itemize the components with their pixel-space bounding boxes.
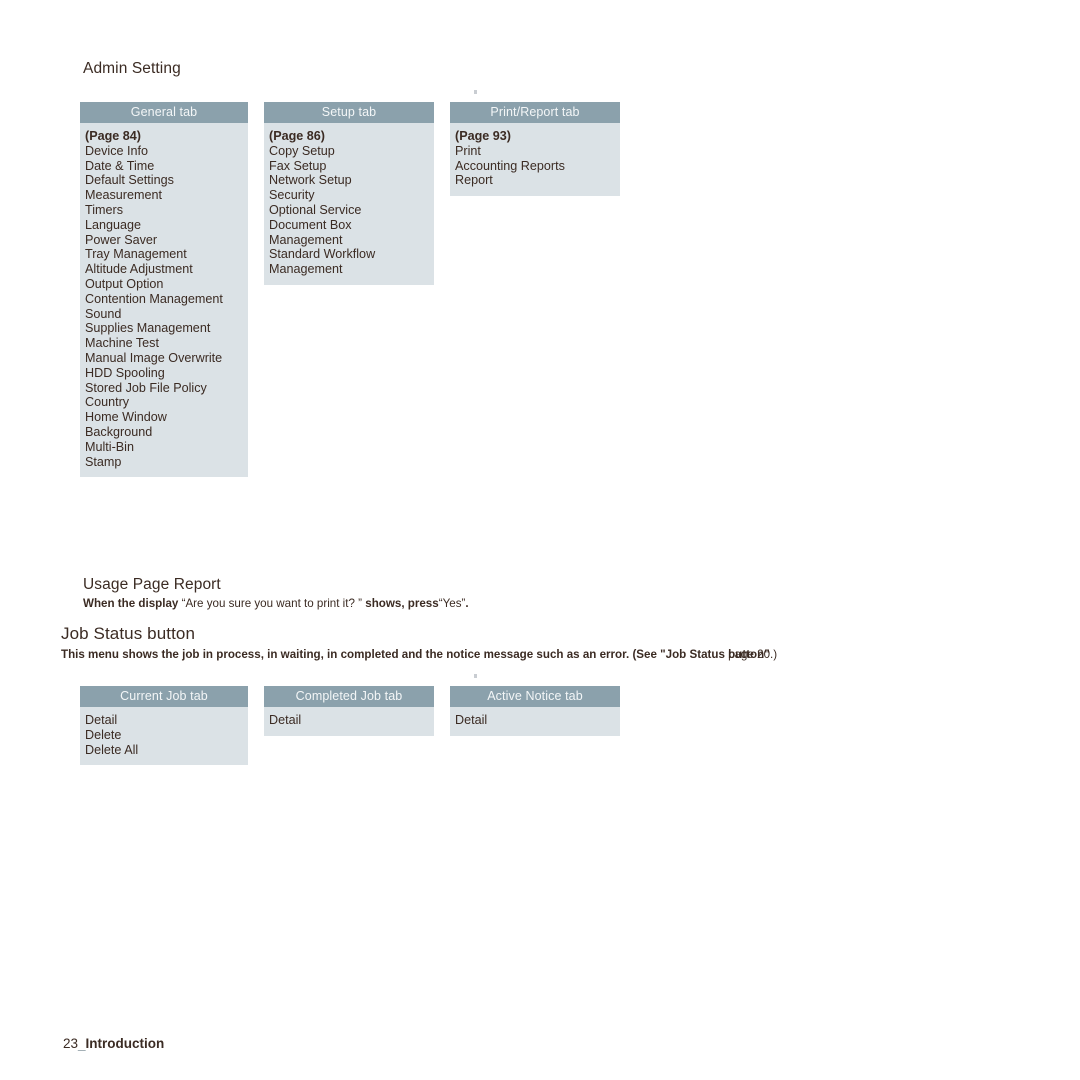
list-item[interactable]: Default Settings bbox=[85, 173, 248, 188]
instruction-bold-middle: shows, press bbox=[365, 597, 439, 610]
list-item[interactable]: Timers bbox=[85, 203, 248, 218]
admin-general-tab-box: General tab (Page 84) Device Info Date &… bbox=[80, 102, 248, 478]
list-item[interactable]: Accounting Reports bbox=[455, 159, 620, 174]
current-job-tab-header[interactable]: Current Job tab bbox=[80, 686, 248, 707]
current-job-tab-box: Current Job tab Detail Delete Delete All bbox=[80, 686, 248, 766]
list-item[interactable]: Detail bbox=[269, 713, 434, 728]
list-item[interactable]: Manual Image Overwrite bbox=[85, 351, 248, 366]
list-item[interactable]: Delete All bbox=[85, 743, 248, 758]
instruction-trailing: . bbox=[465, 597, 469, 610]
description-overlap-regular: page 20.) bbox=[728, 648, 778, 661]
description-text: This menu shows the job in process, in w… bbox=[61, 648, 729, 661]
list-item[interactable]: Document Box bbox=[269, 218, 434, 233]
page-footer: 23_Introduction bbox=[63, 1036, 164, 1051]
list-item[interactable]: Measurement bbox=[85, 188, 248, 203]
active-notice-tab-list: Detail bbox=[450, 707, 620, 736]
list-item[interactable]: Print bbox=[455, 144, 620, 159]
list-item[interactable]: Detail bbox=[455, 713, 620, 728]
list-item[interactable]: Sound bbox=[85, 307, 248, 322]
list-item[interactable]: Home Window bbox=[85, 410, 248, 425]
list-item-continuation[interactable]: Management bbox=[269, 233, 434, 248]
page-reference: (Page 84) bbox=[85, 129, 141, 143]
list-item[interactable]: Output Option bbox=[85, 277, 248, 292]
list-item[interactable]: Country bbox=[85, 395, 248, 410]
list-item[interactable]: Copy Setup bbox=[269, 144, 434, 159]
current-job-tab-list: Detail Delete Delete All bbox=[80, 707, 248, 765]
job-status-button-heading: Job Status button bbox=[61, 624, 196, 643]
list-item[interactable]: Power Saver bbox=[85, 233, 248, 248]
admin-setup-tab-list: (Page 86) Copy Setup Fax Setup Network S… bbox=[264, 123, 434, 285]
admin-print-report-tab-list: (Page 93) Print Accounting Reports Repor… bbox=[450, 123, 620, 196]
list-item[interactable]: Network Setup bbox=[269, 173, 434, 188]
document-page: Admin Setting General tab (Page 84) Devi… bbox=[0, 0, 1080, 1080]
list-item[interactable]: Background bbox=[85, 425, 248, 440]
list-item[interactable]: Contention Management bbox=[85, 292, 248, 307]
usage-page-report-heading: Usage Page Report bbox=[83, 576, 221, 593]
job-status-tab-group: Current Job tab Detail Delete Delete All… bbox=[80, 686, 636, 766]
admin-print-report-tab-header[interactable]: Print/Report tab bbox=[450, 102, 620, 123]
list-item[interactable]: Security bbox=[269, 188, 434, 203]
completed-job-tab-list: Detail bbox=[264, 707, 434, 736]
list-item[interactable]: Detail bbox=[85, 713, 248, 728]
admin-setting-heading: Admin Setting bbox=[83, 60, 181, 77]
overlapping-text-artifact: button" page 20.) bbox=[728, 648, 777, 662]
list-item[interactable]: Report bbox=[455, 173, 620, 188]
list-item[interactable]: Fax Setup bbox=[269, 159, 434, 174]
instruction-quoted-answer: “Yes” bbox=[438, 597, 466, 610]
list-item[interactable]: Stored Job File Policy bbox=[85, 381, 248, 396]
list-item[interactable]: Stamp bbox=[85, 455, 248, 470]
list-item-continuation[interactable]: Management bbox=[269, 262, 434, 277]
page-reference: (Page 86) bbox=[269, 129, 325, 143]
admin-setup-tab-header[interactable]: Setup tab bbox=[264, 102, 434, 123]
list-item[interactable]: Date & Time bbox=[85, 159, 248, 174]
instruction-bold-lead: When the display bbox=[83, 597, 179, 610]
page-reference: (Page 93) bbox=[455, 129, 511, 143]
admin-general-tab-header[interactable]: General tab bbox=[80, 102, 248, 123]
list-item[interactable]: Machine Test bbox=[85, 336, 248, 351]
list-item[interactable]: Altitude Adjustment bbox=[85, 262, 248, 277]
list-item[interactable]: Tray Management bbox=[85, 247, 248, 262]
completed-job-tab-header[interactable]: Completed Job tab bbox=[264, 686, 434, 707]
completed-job-tab-box: Completed Job tab Detail bbox=[264, 686, 434, 736]
list-item[interactable]: Supplies Management bbox=[85, 321, 248, 336]
list-item[interactable]: Delete bbox=[85, 728, 248, 743]
job-status-button-description: This menu shows the job in process, in w… bbox=[61, 648, 777, 662]
list-item[interactable]: Optional Service bbox=[269, 203, 434, 218]
list-item[interactable]: Multi-Bin bbox=[85, 440, 248, 455]
footer-page-number: 23 bbox=[63, 1036, 79, 1051]
list-item[interactable]: Standard Workflow bbox=[269, 247, 434, 262]
admin-print-report-tab-box: Print/Report tab (Page 93) Print Account… bbox=[450, 102, 620, 197]
list-item[interactable]: Language bbox=[85, 218, 248, 233]
footer-section-label: Introduction bbox=[85, 1036, 165, 1051]
list-item[interactable]: HDD Spooling bbox=[85, 366, 248, 381]
list-item[interactable]: Device Info bbox=[85, 144, 248, 159]
usage-page-report-instruction: When the display “Are you sure you want … bbox=[83, 597, 469, 611]
active-notice-tab-header[interactable]: Active Notice tab bbox=[450, 686, 620, 707]
active-notice-tab-box: Active Notice tab Detail bbox=[450, 686, 620, 736]
scan-artifact-mark-lower bbox=[474, 674, 477, 678]
footer-separator: _ bbox=[78, 1036, 86, 1051]
admin-setup-tab-box: Setup tab (Page 86) Copy Setup Fax Setup… bbox=[264, 102, 434, 285]
instruction-quoted-message: “Are you sure you want to print it? ” bbox=[181, 597, 363, 610]
admin-general-tab-list: (Page 84) Device Info Date & Time Defaul… bbox=[80, 123, 248, 477]
admin-setting-tab-group: General tab (Page 84) Device Info Date &… bbox=[80, 102, 636, 478]
scan-artifact-mark bbox=[474, 90, 477, 94]
